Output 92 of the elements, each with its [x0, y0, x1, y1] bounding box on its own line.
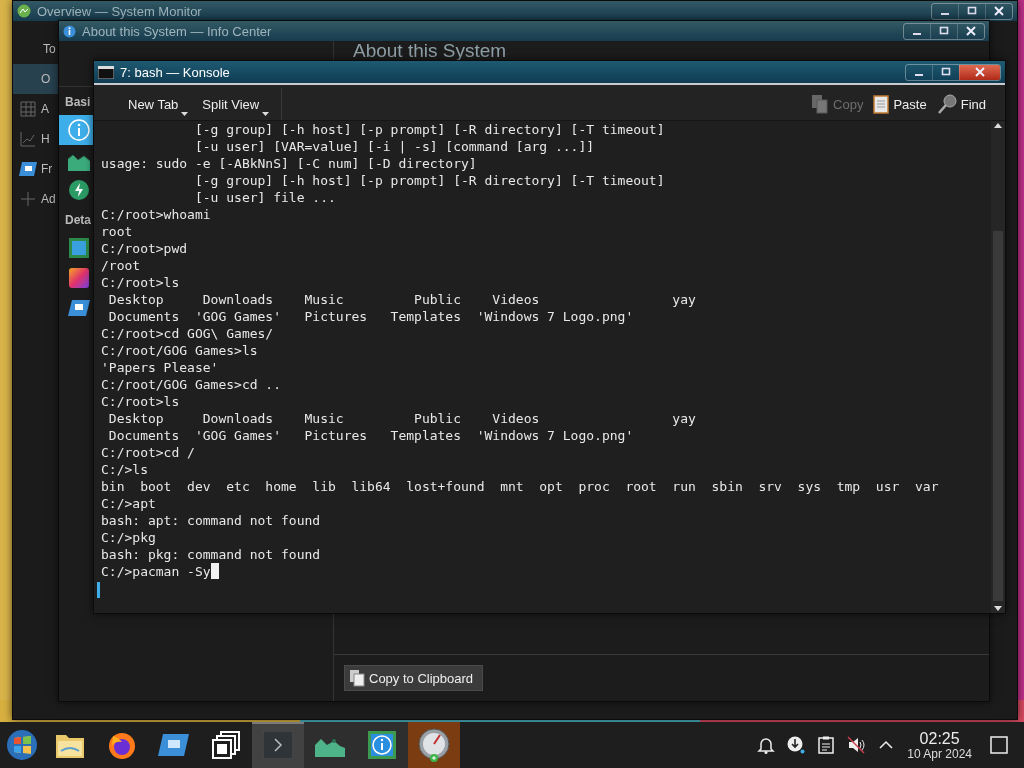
sidebar-item[interactable]: O — [13, 64, 59, 94]
taskbar-button[interactable] — [356, 722, 408, 768]
terminal-line: C:/root>ls — [101, 275, 180, 290]
taskbar-button[interactable] — [408, 722, 460, 768]
terminal-line: [-g group] [-h host] [-p prompt] [-R directory] [-T timeout] — [193, 173, 665, 188]
copy-icon — [348, 669, 366, 687]
terminal-line: Documents 'GOG Games' Pictures Templates 'Windows 7 Logo.png' — [107, 309, 634, 324]
terminal-line: C:/>pacman -Sy — [101, 564, 211, 579]
terminal-line: usage: sudo -e [-ABkNnS] [-C num] [-D directory] — [101, 156, 477, 171]
download-icon[interactable] — [787, 736, 806, 754]
terminal-line: C:/root>cd GOG\ Games/ — [101, 326, 274, 341]
sidebar-item[interactable]: To — [13, 34, 59, 64]
maximize-icon — [939, 26, 949, 36]
window-title: About this System — Info Center — [82, 23, 272, 39]
copy-to-clipboard-button[interactable]: Copy to Clipboard — [344, 665, 484, 691]
close-button[interactable] — [959, 64, 1000, 80]
clock-date: 10 Apr 2024 — [907, 746, 972, 761]
gauge-icon — [417, 728, 451, 762]
start-orb-icon — [6, 729, 38, 761]
browser-icon — [107, 730, 137, 760]
close-icon — [975, 67, 985, 77]
clock-time: 02:25 — [919, 729, 960, 747]
windows-overview-icon — [211, 730, 241, 760]
sidebar-item[interactable]: Ad — [13, 184, 59, 214]
app-icon — [158, 733, 190, 757]
caret-icon — [181, 111, 189, 116]
terminal-line: 'Papers Please' — [101, 360, 219, 375]
toolbar-button[interactable]: Paste — [868, 94, 932, 114]
minimize-icon — [941, 13, 949, 15]
app-logo-icon — [17, 4, 31, 18]
info-icon — [367, 730, 397, 760]
terminal-line: C:/root>ls — [101, 394, 180, 409]
app-icon — [68, 300, 90, 316]
clipboard-icon[interactable] — [817, 736, 836, 754]
terminal-line: /root — [101, 258, 141, 273]
sidebar-item[interactable]: Fr — [13, 154, 59, 184]
show-desktop-icon[interactable] — [990, 736, 1008, 754]
sidebar-item[interactable]: H — [13, 124, 59, 154]
maximize-icon — [967, 6, 977, 16]
terminal-line: C:/>apt — [101, 496, 156, 511]
terminal-line: C:/root>pwd — [101, 241, 188, 256]
terminal-icon — [98, 65, 114, 79]
close-icon — [994, 6, 1004, 16]
terminal-icon — [263, 731, 293, 759]
toolbar-button[interactable]: New Tab — [122, 96, 197, 112]
section-header: Basi — [65, 95, 91, 111]
sidebar-item[interactable]: A — [13, 94, 59, 124]
terminal-line: bash: apt: command not found — [101, 513, 321, 528]
bell-icon[interactable] — [757, 736, 776, 754]
terminal-line: Desktop Downloads Music Public Videos yay — [107, 292, 696, 307]
page-heading: About this System — [353, 40, 507, 61]
search-icon — [936, 94, 957, 114]
text-cursor — [210, 563, 219, 579]
terminal-line: C:/root>whoami — [101, 207, 211, 222]
app-icon — [19, 162, 37, 176]
terminal-line: bin boot dev etc home lib lib64 lost+found mnt opt proc root run sbin srv sys tmp usr var — [101, 479, 939, 494]
terminal-line: root — [101, 224, 133, 239]
grid-icon — [20, 101, 36, 117]
section-header: Deta — [65, 213, 91, 229]
terminal-line: C:/>pkg — [101, 530, 156, 545]
scroll-up-icon[interactable] — [993, 121, 1003, 131]
board-icon — [68, 237, 90, 259]
terminal-line: C:/root/GOG Games>cd .. — [101, 377, 281, 392]
toolbar-button[interactable]: Split View — [196, 96, 278, 112]
window-title: 7: bash — Konsole — [120, 64, 230, 80]
caret-icon — [262, 111, 270, 116]
terminal-line: [-u user] file ... — [193, 190, 336, 205]
minimize-icon — [913, 33, 921, 35]
chart-icon — [20, 131, 36, 147]
scroll-down-icon[interactable] — [993, 603, 1003, 613]
terminal-line: bash: pkg: command not found — [101, 547, 321, 562]
terminal-line: Desktop Downloads Music Public Videos yay — [107, 411, 696, 426]
copy-icon — [811, 94, 830, 114]
toolbar-button[interactable]: Find — [931, 94, 991, 114]
terminal-line: Documents 'GOG Games' Pictures Templates 'Windows 7 Logo.png' — [107, 428, 634, 443]
terminal-line: [-u user] [VAR=value] [-i | -s] [command [arg ...]] — [193, 139, 595, 154]
info-icon — [63, 24, 76, 38]
plus-icon — [21, 192, 35, 206]
close-icon — [966, 26, 976, 36]
minimize-icon — [915, 74, 923, 76]
terminal-line: C:/root/GOG Games>ls — [101, 343, 258, 358]
info-icon — [68, 119, 90, 141]
window-title: Overview — System Monitor — [37, 3, 202, 19]
palette-icon — [68, 267, 90, 289]
power-icon — [68, 179, 90, 201]
muted-speaker-icon[interactable] — [847, 736, 866, 754]
maximize-icon — [941, 67, 951, 77]
clipboard-icon — [873, 94, 890, 114]
terminal-line: [-g group] [-h host] [-p prompt] [-R directory] [-T timeout] — [193, 122, 665, 137]
terminal-line: C:/root>cd / — [101, 445, 195, 460]
terminal-line: C:/>ls — [101, 462, 148, 477]
clock[interactable]: 02:25 10 Apr 2024 — [895, 729, 982, 761]
